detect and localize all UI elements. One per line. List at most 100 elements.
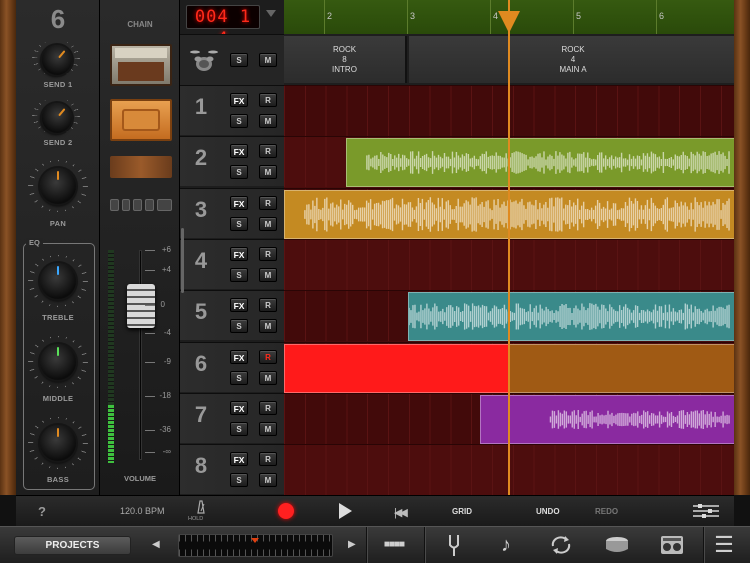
play-button[interactable] <box>339 503 352 519</box>
fx-button[interactable]: FX <box>230 401 248 415</box>
tuning-fork-icon[interactable] <box>441 533 467 557</box>
track-header[interactable]: 1 FX R S M <box>180 85 284 135</box>
audio-region[interactable] <box>509 344 734 393</box>
level-meter <box>108 250 114 463</box>
volume-fader[interactable] <box>127 284 155 328</box>
bass-knob[interactable] <box>40 425 76 461</box>
fx-button[interactable]: FX <box>230 196 248 210</box>
audio-region[interactable] <box>284 344 509 393</box>
mute-button[interactable]: M <box>259 114 277 128</box>
track-header[interactable]: 8 FX R S M <box>180 444 284 494</box>
mute-button[interactable]: M <box>259 371 277 385</box>
fx-button[interactable]: FX <box>230 144 248 158</box>
music-note-icon[interactable]: ♪ <box>493 533 519 557</box>
record-arm-button[interactable]: R <box>259 401 277 415</box>
grid-button[interactable]: GRID <box>452 507 472 516</box>
channel-strip: 6 SEND 1 SEND 2 PAN EQ TREBLE MIDDLE BAS… <box>16 0 100 495</box>
solo-button[interactable]: S <box>230 217 248 231</box>
amp-stack-thumbnail[interactable] <box>110 44 172 86</box>
bass-label: BASS <box>46 475 70 484</box>
mixer-icon[interactable] <box>693 504 719 518</box>
track-number: 2 <box>194 145 208 170</box>
drum-kit-icon <box>190 50 218 71</box>
mute-button[interactable]: M <box>259 422 277 436</box>
position-display[interactable]: 004 1 4 <box>186 5 260 49</box>
fx-button[interactable]: FX <box>230 93 248 107</box>
amp-icon[interactable] <box>659 533 685 557</box>
playhead-handle[interactable] <box>498 11 520 33</box>
record-arm-button[interactable]: R <box>259 247 277 261</box>
record-arm-button[interactable]: R <box>259 196 277 210</box>
chevron-left-icon[interactable]: ◀ <box>152 539 160 550</box>
record-arm-button[interactable]: R <box>259 452 277 466</box>
mute-button[interactable]: M <box>259 165 277 179</box>
solo-button[interactable]: S <box>230 268 248 282</box>
track-scrollbar[interactable] <box>181 228 184 293</box>
treble-knob[interactable] <box>40 263 76 299</box>
beat-grid-icon[interactable]: ■■■■ <box>381 533 407 557</box>
solo-button[interactable]: S <box>230 422 248 436</box>
db-mark: -∞ <box>162 447 171 456</box>
solo-button[interactable]: S <box>230 165 248 179</box>
middle-knob[interactable] <box>40 344 76 380</box>
section-main-a[interactable]: ROCK 4 MAIN A <box>409 36 734 83</box>
chevron-down-icon[interactable] <box>266 10 276 17</box>
drum-solo-button[interactable]: S <box>230 53 248 67</box>
solo-button[interactable]: S <box>230 371 248 385</box>
fx-button[interactable]: FX <box>230 298 248 312</box>
pedalboard-thumbnail[interactable] <box>110 199 173 211</box>
amp-head-thumbnail[interactable] <box>110 156 172 178</box>
menu-icon[interactable]: ☰ <box>711 533 737 557</box>
help-button[interactable]: ? <box>38 504 46 519</box>
section-intro[interactable]: ROCK 8 INTRO <box>284 36 407 83</box>
chevron-right-icon[interactable]: ▶ <box>348 539 356 550</box>
mute-button[interactable]: M <box>259 473 277 487</box>
bar-number: 2 <box>327 11 333 21</box>
timeline[interactable]: 2 3 4 5 6 ROCK 8 INTRO ROCK 4 MAIN A <box>284 0 734 495</box>
loop-icon[interactable] <box>548 533 574 557</box>
record-arm-button[interactable]: R <box>259 298 277 312</box>
record-arm-button[interactable]: R <box>259 93 277 107</box>
solo-button[interactable]: S <box>230 473 248 487</box>
bar-number: 5 <box>576 11 582 21</box>
audio-region[interactable] <box>480 395 734 444</box>
track-header[interactable]: 7 FX R S M <box>180 393 284 443</box>
db-mark: 0 <box>160 300 165 309</box>
projects-button[interactable]: PROJECTS <box>14 536 131 555</box>
solo-button[interactable]: S <box>230 114 248 128</box>
audio-region[interactable] <box>346 138 734 187</box>
mute-button[interactable]: M <box>259 268 277 282</box>
drum-icon[interactable] <box>604 533 630 557</box>
rewind-button[interactable]: |◀◀ <box>394 506 408 519</box>
audio-region[interactable] <box>408 292 734 341</box>
fx-button[interactable]: FX <box>230 247 248 261</box>
drum-track-header[interactable]: S M <box>180 34 284 85</box>
fx-button[interactable]: FX <box>230 350 248 364</box>
track-header[interactable]: 5 FX R S M <box>180 290 284 340</box>
mute-button[interactable]: M <box>259 217 277 231</box>
db-mark: +6 <box>161 245 171 254</box>
record-arm-button[interactable]: R <box>259 144 277 158</box>
track-number: 1 <box>194 94 208 119</box>
track-headers: 004 1 4 S M 1FXRSM2FXRSM3FXRSM4FXRSM5FXR… <box>180 0 284 495</box>
redo-button[interactable]: REDO <box>595 507 618 516</box>
track-number: 7 <box>194 402 208 427</box>
eq-label: EQ <box>26 238 43 247</box>
undo-button[interactable]: UNDO <box>536 507 560 516</box>
drum-mute-button[interactable]: M <box>259 53 277 67</box>
record-button[interactable] <box>278 503 294 519</box>
amp-combo-thumbnail[interactable] <box>110 99 172 141</box>
pan-knob[interactable] <box>40 168 76 204</box>
track-header[interactable]: 4 FX R S M <box>180 239 284 289</box>
track-header[interactable]: 6 FX R S M <box>180 342 284 392</box>
track-header[interactable]: 2 FX R S M <box>180 136 284 186</box>
fx-button[interactable]: FX <box>230 452 248 466</box>
record-arm-button[interactable]: R <box>259 350 277 364</box>
track-header[interactable]: 3 FX R S M <box>180 188 284 238</box>
solo-button[interactable]: S <box>230 319 248 333</box>
mute-button[interactable]: M <box>259 319 277 333</box>
tempo-display[interactable]: 120.0 BPM <box>120 506 165 516</box>
song-navigator[interactable] <box>178 534 333 557</box>
metronome-hold-button[interactable]: HOLD <box>188 500 212 524</box>
bar-number: 3 <box>410 11 416 21</box>
